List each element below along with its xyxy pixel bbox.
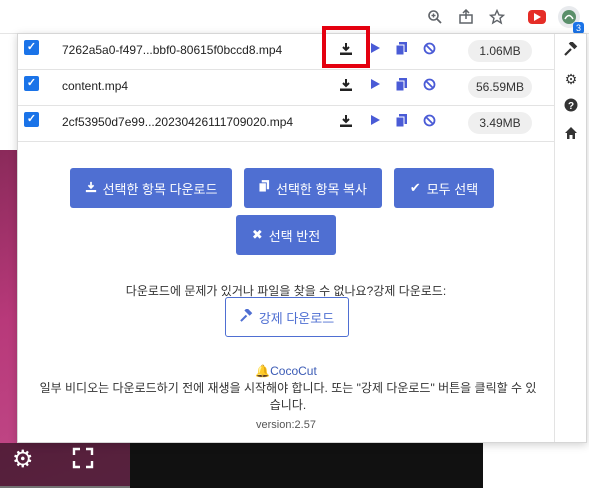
zoom-icon[interactable] [424, 6, 446, 28]
file-size: 3.49MB [468, 112, 532, 134]
fullscreen-icon[interactable] [72, 447, 94, 475]
brand-label: CocoCut [270, 364, 317, 378]
play-icon[interactable] [367, 114, 383, 130]
version-label: version:2.57 [256, 419, 316, 431]
bell-icon: 🔔 [255, 364, 271, 378]
download-selected-button[interactable]: 선택한 항목 다운로드 [70, 168, 232, 208]
play-icon[interactable] [367, 42, 383, 58]
gear-icon[interactable]: ⚙ [562, 70, 580, 88]
force-download-label: 강제 다운로드 [258, 310, 335, 326]
copy-selected-label: 선택한 항목 복사 [276, 181, 367, 197]
file-name: content.mp4 [62, 79, 129, 93]
youtube-extension-icon[interactable] [526, 6, 548, 28]
copy-selected-button[interactable]: 선택한 항목 복사 [244, 168, 382, 208]
cococut-link[interactable]: 🔔CocoCut [18, 364, 554, 378]
select-all-label: 모두 선택 [426, 181, 479, 197]
hammer-icon [240, 307, 253, 325]
file-checkbox[interactable]: ✓ [24, 40, 39, 55]
home-icon[interactable] [562, 126, 580, 144]
file-size: 56.59MB [468, 76, 532, 98]
download-selected-label: 선택한 항목 다운로드 [102, 181, 218, 197]
invert-selection-button[interactable]: ✖ 선택 반전 [236, 215, 336, 255]
download-icon[interactable] [338, 78, 354, 94]
force-download-button[interactable]: 강제 다운로드 [225, 297, 349, 337]
check-icon: ✔ [409, 180, 421, 195]
browser-toolbar: 3 [0, 0, 589, 34]
svg-text:?: ? [568, 101, 574, 112]
copy-icon[interactable] [394, 114, 410, 130]
file-checkbox[interactable]: ✓ [24, 76, 39, 91]
file-row: ✓ 2cf53950d7e99...20230426111709020.mp4 … [18, 106, 554, 142]
download-icon[interactable] [338, 42, 354, 58]
file-name: 2cf53950d7e99...20230426111709020.mp4 [62, 115, 294, 129]
hammer-icon[interactable] [562, 40, 580, 60]
file-list: ✓ 7262a5a0-f497...bbf0-80615f0bccd8.mp4 … [18, 26, 554, 142]
copy-icon[interactable] [394, 42, 410, 58]
block-icon[interactable] [421, 114, 437, 130]
copy-icon[interactable] [394, 78, 410, 94]
invert-selection-label: 선택 반전 [268, 228, 321, 244]
download-icon [85, 181, 97, 196]
settings-gear-icon[interactable]: ⚙ [12, 447, 34, 473]
help-icon[interactable]: ? [562, 98, 580, 116]
download-icon[interactable] [338, 114, 354, 130]
copy-icon [258, 180, 270, 196]
file-checkbox[interactable]: ✓ [24, 112, 39, 127]
file-row: ✓ 7262a5a0-f497...bbf0-80615f0bccd8.mp4 … [18, 26, 554, 70]
popup-sidebar: ⚙ ? [554, 34, 586, 442]
select-all-button[interactable]: ✔ 모두 선택 [394, 168, 494, 208]
bookmark-star-icon[interactable] [486, 6, 508, 28]
file-name: 7262a5a0-f497...bbf0-80615f0bccd8.mp4 [62, 43, 283, 57]
share-icon[interactable] [455, 6, 477, 28]
video-bar [130, 443, 483, 488]
help-note: 일부 비디오는 다운로드하기 전에 재생을 시작해야 합니다. 또는 "강제 다… [39, 381, 537, 412]
block-icon[interactable] [421, 78, 437, 94]
file-row: ✓ content.mp4 56.59MB [18, 70, 554, 106]
cococut-extension-icon[interactable]: 3 [558, 6, 584, 34]
extension-popup: ✓ 7262a5a0-f497...bbf0-80615f0bccd8.mp4 … [17, 26, 587, 443]
block-icon[interactable] [421, 42, 437, 58]
play-icon[interactable] [367, 78, 383, 94]
close-icon: ✖ [251, 227, 263, 242]
file-size: 1.06MB [468, 40, 532, 62]
